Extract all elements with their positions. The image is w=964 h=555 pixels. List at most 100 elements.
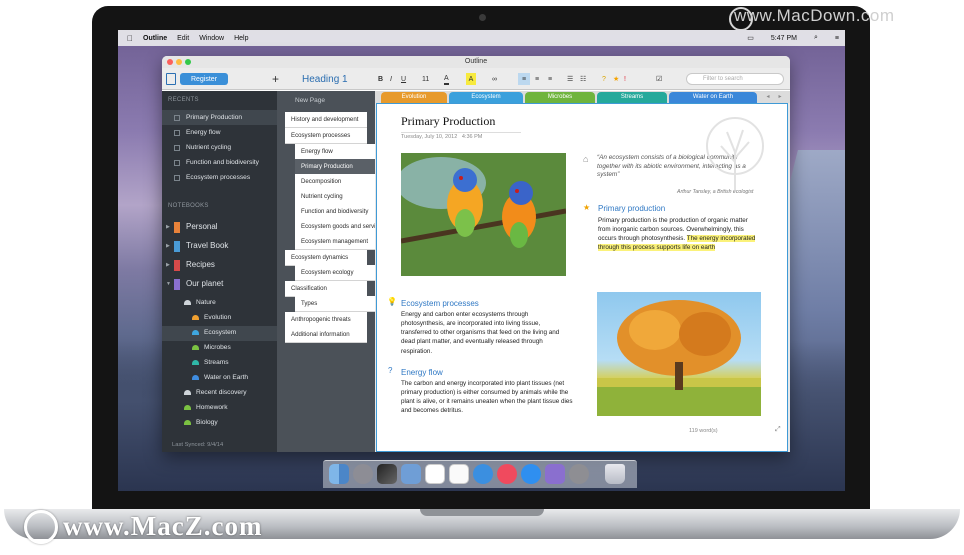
page-item[interactable]: Primary Production — [295, 159, 375, 174]
page-item[interactable]: History and development — [285, 112, 367, 127]
text-color-icon[interactable]: A — [444, 73, 449, 85]
sidebar-toggle-icon[interactable] — [166, 73, 176, 85]
section-microbes[interactable]: Microbes — [162, 341, 277, 356]
page-item[interactable]: Ecosystem ecology — [295, 265, 375, 280]
heading-energy-flow[interactable]: Energy flow — [401, 368, 443, 377]
notebook-travel-book[interactable]: ▶ Travel Book — [162, 237, 277, 255]
tab-microbes[interactable]: Microbes — [525, 92, 595, 103]
notes-icon[interactable] — [449, 464, 469, 484]
page-title[interactable]: Primary Production — [401, 114, 521, 133]
page-item[interactable]: Types — [295, 296, 375, 311]
chevron-right-icon[interactable]: ▶ — [166, 237, 170, 255]
chevron-right-icon[interactable]: ▶ — [166, 256, 170, 274]
recent-item[interactable]: Primary Production — [162, 110, 277, 125]
page-item[interactable]: Decomposition — [295, 174, 375, 189]
system-preferences-icon[interactable] — [569, 464, 589, 484]
section-water-on-earth[interactable]: Water on Earth — [162, 371, 277, 386]
zoom-icon[interactable] — [185, 59, 191, 65]
numbered-list-icon[interactable]: ☷ — [580, 73, 586, 85]
music-icon[interactable] — [497, 464, 517, 484]
menu-window[interactable]: Window — [199, 35, 224, 42]
notebook-our-planet[interactable]: ▼ Our planet — [162, 275, 277, 293]
align-left-icon[interactable]: ≡ — [518, 73, 530, 85]
font-size-select[interactable]: 11 — [422, 73, 429, 85]
underline-icon[interactable]: U — [401, 73, 406, 85]
chevron-right-icon[interactable]: ▶ — [166, 218, 170, 236]
minimize-icon[interactable] — [176, 59, 182, 65]
section-group-nature[interactable]: Nature — [162, 296, 277, 311]
recent-item[interactable]: Ecosystem processes — [162, 170, 277, 185]
chevron-down-icon[interactable]: ▼ — [166, 275, 171, 293]
safari-icon[interactable] — [473, 464, 493, 484]
page-item[interactable]: Ecosystem management — [295, 234, 375, 249]
section-group-recent-discovery[interactable]: Recent discovery — [162, 386, 277, 401]
align-right-icon[interactable]: ≡ — [544, 73, 556, 85]
important-tag-icon[interactable]: ! — [624, 73, 626, 85]
heading-style-select[interactable]: Heading 1 — [302, 73, 348, 85]
section-biology[interactable]: Biology — [162, 416, 277, 431]
add-icon[interactable]: + — [272, 72, 279, 86]
checkbox-icon[interactable]: ☑ — [656, 73, 662, 85]
close-icon[interactable] — [167, 59, 173, 65]
forward-arrow-icon[interactable]: ▸ — [775, 92, 785, 103]
outline-app-icon[interactable] — [545, 464, 565, 484]
page-item[interactable]: Ecosystem goods and services — [295, 219, 375, 234]
page-item[interactable]: Function and biodiversity — [295, 204, 375, 219]
link-icon[interactable]: ∞ — [492, 73, 497, 85]
bulleted-list-icon[interactable]: ☰ — [567, 73, 573, 85]
star-tag-icon[interactable]: ★ — [613, 73, 619, 85]
paragraph-primary-production[interactable]: Primary production is the production of … — [598, 216, 756, 253]
mail-icon[interactable] — [401, 464, 421, 484]
paragraph-energy-flow[interactable]: The carbon and energy incorporated into … — [401, 379, 573, 416]
spotlight-icon[interactable]: ⌕ — [814, 34, 818, 42]
heading-primary-production[interactable]: Primary production — [598, 204, 665, 213]
recent-item[interactable]: Function and biodiversity — [162, 155, 277, 170]
calendar-icon[interactable] — [425, 464, 445, 484]
section-evolution[interactable]: Evolution — [162, 311, 277, 326]
battery-icon[interactable]: ▭ — [747, 34, 754, 42]
list-icon[interactable]: ≡ — [835, 35, 839, 42]
section-ecosystem[interactable]: Ecosystem — [162, 326, 277, 341]
menu-app[interactable]: Outline — [143, 35, 167, 42]
search-input[interactable]: Filter to search — [686, 73, 784, 85]
highlight-icon[interactable]: A — [466, 73, 476, 85]
heading-ecosystem-processes[interactable]: Ecosystem processes — [401, 299, 479, 308]
page-item[interactable]: Energy flow — [295, 144, 375, 159]
tab-ecosystem[interactable]: Ecosystem — [449, 92, 523, 103]
page-item[interactable]: Nutrient cycling — [295, 189, 375, 204]
new-page-button[interactable]: New Page — [295, 97, 325, 104]
back-arrow-icon[interactable]: ◂ — [763, 92, 773, 103]
trash-icon[interactable] — [605, 464, 625, 484]
clock[interactable]: 5:47 PM — [771, 35, 797, 42]
tab-evolution[interactable]: Evolution — [381, 92, 447, 103]
tab-water-on-earth[interactable]: Water on Earth — [669, 92, 757, 103]
app-store-icon[interactable] — [521, 464, 541, 484]
page-item[interactable]: Ecosystem processes — [285, 128, 367, 143]
align-center-icon[interactable]: ≡ — [531, 73, 543, 85]
bold-icon[interactable]: B — [378, 73, 383, 85]
mission-control-icon[interactable] — [377, 464, 397, 484]
italic-icon[interactable]: I — [390, 73, 392, 85]
finder-icon[interactable] — [329, 464, 349, 484]
page-canvas[interactable]: Primary Production Tuesday, July 10, 201… — [376, 103, 788, 452]
register-button[interactable]: Register — [180, 73, 228, 85]
parrots-image[interactable] — [401, 153, 566, 276]
page-item[interactable]: Classification — [285, 281, 367, 296]
menu-edit[interactable]: Edit — [177, 35, 189, 42]
recent-item[interactable]: Energy flow — [162, 125, 277, 140]
section-streams[interactable]: Streams — [162, 356, 277, 371]
section-homework[interactable]: Homework — [162, 401, 277, 416]
apple-icon[interactable]:  — [127, 34, 133, 43]
tree-image[interactable] — [597, 292, 761, 416]
launchpad-icon[interactable] — [353, 464, 373, 484]
menu-help[interactable]: Help — [234, 35, 248, 42]
notebook-recipes[interactable]: ▶ Recipes — [162, 256, 277, 274]
recent-item[interactable]: Nutrient cycling — [162, 140, 277, 155]
page-item[interactable]: Ecosystem dynamics — [285, 250, 367, 265]
fullscreen-icon[interactable]: ⤢ — [775, 426, 781, 434]
paragraph-ecosystem-processes[interactable]: Energy and carbon enter ecosystems throu… — [401, 310, 571, 356]
notebook-personal[interactable]: ▶ Personal — [162, 218, 277, 236]
question-tag-icon[interactable]: ? — [602, 73, 606, 85]
page-item[interactable]: Additional information — [285, 327, 367, 342]
page-item[interactable]: Anthropogenic threats — [285, 312, 367, 327]
